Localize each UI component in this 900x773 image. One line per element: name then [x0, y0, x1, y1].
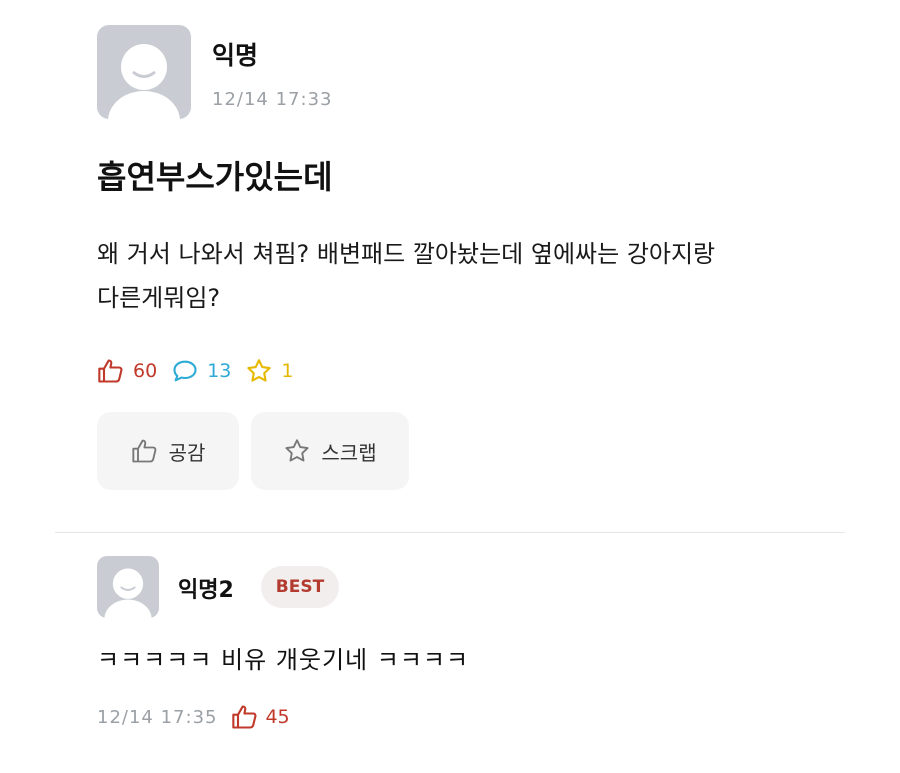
comment-count: 13	[171, 357, 231, 385]
scrap-button-label: 스크랩	[321, 440, 377, 465]
comment-text: ㅋㅋㅋㅋㅋ 비유 개웃기네 ㅋㅋㅋㅋ	[97, 646, 470, 674]
comment-author-name: 익명2	[178, 578, 234, 603]
speech-bubble-icon	[173, 360, 197, 382]
thumbs-up-icon	[98, 359, 123, 383]
best-badge: BEST	[261, 566, 339, 608]
post-title: 흡연부스가있는데	[97, 158, 333, 196]
like-button[interactable]: 공감	[97, 412, 239, 490]
like-count: 60	[97, 357, 157, 385]
post-author-avatar[interactable]	[97, 25, 191, 119]
post-timestamp: 12/14 17:33	[212, 89, 333, 110]
comment-like-button[interactable]: 45	[231, 703, 290, 731]
comment-count-value: 13	[207, 360, 232, 382]
thumbs-up-icon	[131, 439, 156, 463]
comment-timestamp: 12/14 17:35	[97, 706, 218, 728]
post-body: 왜 거서 나와서 쳐핌? 배변패드 깔아놨는데 옆에싸는 강아지랑 다른게뭐임?	[97, 232, 827, 320]
divider	[55, 532, 845, 533]
default-avatar-icon	[104, 568, 152, 618]
like-button-label: 공감	[168, 440, 206, 465]
post-body-line: 왜 거서 나와서 쳐핌? 배변패드 깔아놨는데 옆에싸는 강아지랑	[97, 240, 716, 268]
comment-meta: 12/14 17:35 45	[97, 701, 290, 733]
post-stats: 60 13 1	[97, 356, 307, 386]
post-body-line: 다른게뭐임?	[97, 284, 221, 312]
scrap-count: 1	[245, 357, 293, 385]
star-icon	[285, 439, 309, 462]
comment-author-avatar[interactable]	[97, 556, 159, 618]
comment-like-count: 45	[265, 706, 290, 728]
default-avatar-icon	[108, 44, 180, 119]
star-icon	[247, 359, 272, 382]
like-count-value: 60	[133, 360, 158, 382]
scrap-count-value: 1	[281, 360, 294, 382]
scrap-button[interactable]: 스크랩	[251, 412, 409, 490]
thumbs-up-icon	[232, 705, 257, 729]
post-author-name: 익명	[212, 41, 259, 70]
